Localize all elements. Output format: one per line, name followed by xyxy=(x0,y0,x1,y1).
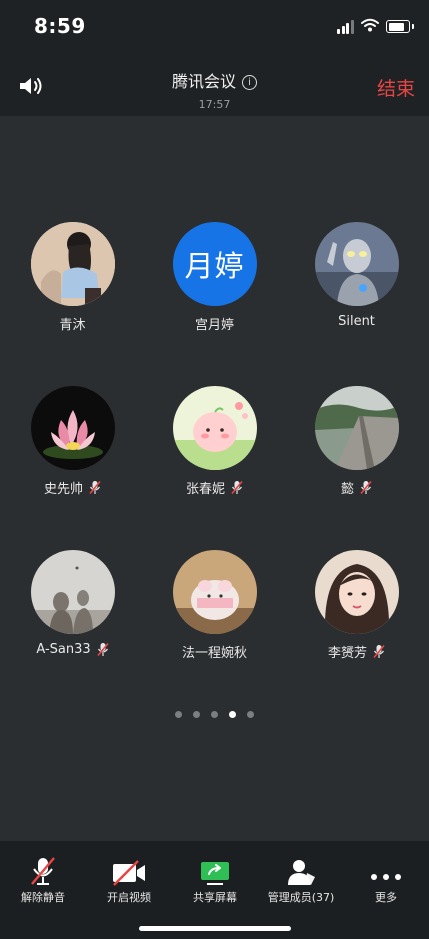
avatar xyxy=(172,550,257,634)
avatar xyxy=(30,222,115,306)
avatar xyxy=(314,222,399,306)
unmute-button[interactable]: 解除静音 xyxy=(0,841,86,905)
muted-mic-icon xyxy=(373,644,385,659)
avatar xyxy=(30,550,115,634)
page-dot-active[interactable] xyxy=(229,711,236,718)
participant-tile[interactable]: 月婷 宫月婷 xyxy=(143,222,286,333)
home-indicator[interactable] xyxy=(139,926,291,931)
manage-members-label: 管理成员(37) xyxy=(267,891,335,904)
participant-name: 青沐 xyxy=(59,318,86,333)
share-screen-label: 共享屏幕 xyxy=(193,891,237,904)
video-off-icon xyxy=(113,860,145,886)
start-video-button[interactable]: 开启视频 xyxy=(86,841,172,905)
manage-members-button[interactable]: 管理成员(37) xyxy=(258,841,344,905)
members-icon xyxy=(288,860,315,885)
avatar xyxy=(30,386,115,470)
muted-mic-icon xyxy=(360,480,372,495)
meeting-duration: 17:57 xyxy=(198,98,231,111)
participant-name: 史先帅 xyxy=(43,482,83,497)
meeting-title: 腾讯会议 xyxy=(171,72,236,91)
page-dot[interactable] xyxy=(175,711,182,718)
participant-name: 张春妮 xyxy=(185,482,225,497)
muted-mic-icon xyxy=(89,480,101,495)
participant-tile[interactable]: 懿 xyxy=(285,386,428,497)
unmute-label: 解除静音 xyxy=(21,891,65,904)
participant-name: 李赟芳 xyxy=(327,646,367,661)
battery-icon xyxy=(386,20,414,33)
participant-name: A-San33 xyxy=(36,642,91,657)
page-indicator[interactable] xyxy=(0,711,429,718)
more-dots-icon xyxy=(371,874,401,880)
participant-tile[interactable]: 张春妮 xyxy=(143,386,286,497)
more-label: 更多 xyxy=(375,891,397,904)
start-video-label: 开启视频 xyxy=(107,891,151,904)
participant-name: 法一程婉秋 xyxy=(181,646,247,661)
avatar: 月婷 xyxy=(172,222,257,306)
share-screen-icon xyxy=(201,862,229,885)
avatar-initials: 月婷 xyxy=(184,249,245,283)
cellular-signal-icon xyxy=(337,20,355,34)
avatar xyxy=(314,550,399,634)
meeting-title-area[interactable]: 腾讯会议 i 17:57 xyxy=(0,68,429,111)
status-bar: 8:59 xyxy=(0,0,429,54)
bottom-toolbar: 解除静音 开启视频 共享屏幕 管理成员(37) 更多 xyxy=(0,841,429,939)
share-screen-button[interactable]: 共享屏幕 xyxy=(172,841,258,905)
participant-name: 懿 xyxy=(340,482,354,497)
meeting-header: 腾讯会议 i 17:57 结束 xyxy=(0,54,429,116)
participant-tile[interactable]: 法一程婉秋 xyxy=(143,550,286,661)
participant-name: 宫月婷 xyxy=(194,318,234,333)
status-time: 8:59 xyxy=(34,14,86,38)
participant-tile[interactable]: 青沐 xyxy=(1,222,144,333)
end-meeting-button[interactable]: 结束 xyxy=(377,74,415,101)
participant-name: Silent xyxy=(338,314,375,329)
wifi-icon xyxy=(361,18,379,32)
muted-mic-icon xyxy=(231,480,243,495)
muted-mic-icon xyxy=(97,642,109,657)
page-dot[interactable] xyxy=(193,711,200,718)
avatar xyxy=(172,386,257,470)
muted-mic-icon xyxy=(31,857,55,885)
participant-tile[interactable]: 李赟芳 xyxy=(285,550,428,661)
info-icon[interactable]: i xyxy=(242,75,257,90)
participant-tile[interactable]: Silent xyxy=(285,222,428,329)
participant-tile[interactable]: A-San33 xyxy=(1,550,144,657)
page-dot[interactable] xyxy=(247,711,254,718)
participant-tile[interactable]: 史先帅 xyxy=(1,386,144,497)
page-dot[interactable] xyxy=(211,711,218,718)
more-button[interactable]: 更多 xyxy=(343,841,429,905)
avatar xyxy=(314,386,399,470)
